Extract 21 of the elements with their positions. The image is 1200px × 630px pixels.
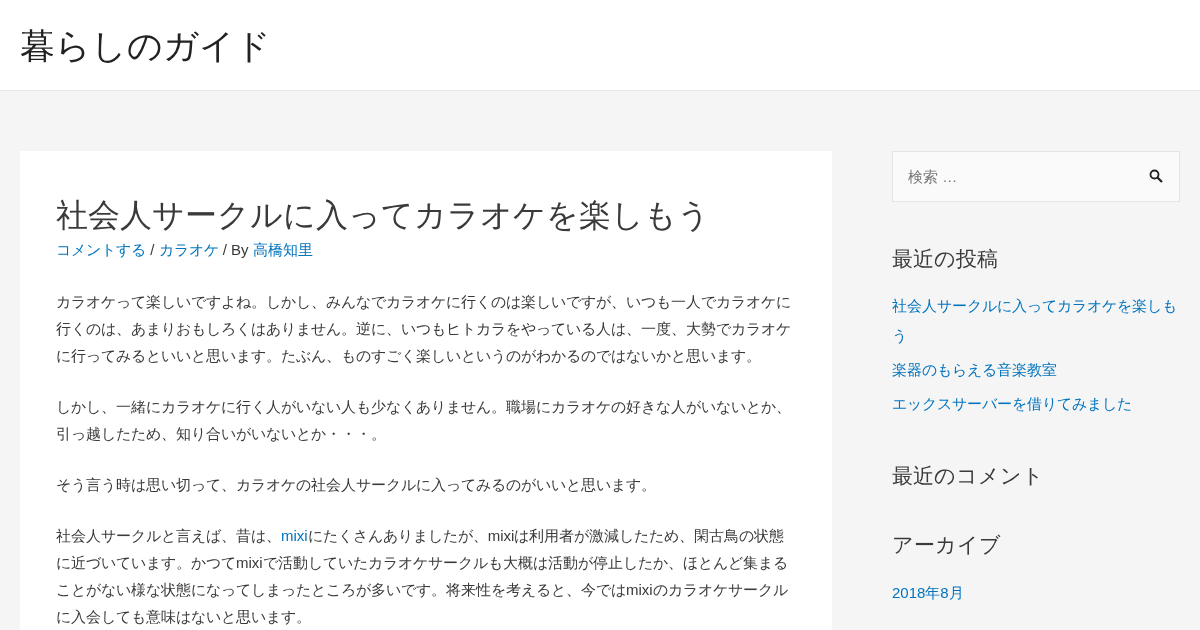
paragraph: そう言う時は思い切って、カラオケの社会人サークルに入ってみるのがいいと思います。 (56, 475, 657, 496)
paragraph: 社会人サークルと言えば、昔は、mixiにたくさんありましたが、mixiは利用者が激減したため、閑古鳥の状態に近づいています。かつてmixiで活動していたカラオケサークルも大概は活動が停止したか、ほとんど集まることがない様な状態になってしまったところが多いです。将来性を考えると、今ではmixiのカラオケサークルに入会しても意味はないと思います。 (56, 526, 789, 628)
meta-separator: / By (221, 240, 250, 258)
site-title[interactable]: 暮らしのガイド (20, 27, 271, 63)
widget-title: 最近のコメント (892, 463, 1045, 489)
meta-link[interactable]: 高橋知里 (252, 240, 313, 258)
article-title: 社会人サークルに入ってカラオケを楽しもう (56, 196, 711, 235)
text-link[interactable]: mixi (281, 527, 308, 545)
meta-link[interactable]: カラオケ (158, 240, 219, 258)
widget-title: アーカイブ (892, 532, 1002, 558)
widget-title: 最近の投稿 (892, 246, 999, 272)
search-icon[interactable] (1149, 169, 1163, 183)
paragraph: しかし、一緒にカラオケに行く人がいない人も少なくありません。職場にカラオケの好きな人がいないとか、引っ越したため、知り合いがいないとか・・・。 (56, 397, 792, 445)
sidebar-link[interactable]: エックスサーバーを借りてみました (892, 389, 1180, 420)
search-field[interactable]: 検索 … (892, 151, 1180, 202)
sidebar-link[interactable]: 楽器のもらえる音楽教室 (892, 355, 1180, 386)
paragraph: カラオケって楽しいですよね。しかし、みんなでカラオケに行くのは楽しいですが、いつも一人でカラオケに行くのは、あまりおもしろくはありません。逆に、いつもヒトカラをやっている人は、一度、大勢でカラオケに行ってみるといいと思います。たぶん、ものすごく楽しいというのがわかるのではないかと思います。 (56, 292, 792, 367)
meta-separator: / (149, 240, 156, 258)
meta-link[interactable]: コメントする (56, 240, 146, 258)
sidebar-link[interactable]: 2018年8月 (892, 577, 1180, 608)
sidebar-link[interactable]: 社会人サークルに入ってカラオケを楽しもう (892, 291, 1180, 352)
